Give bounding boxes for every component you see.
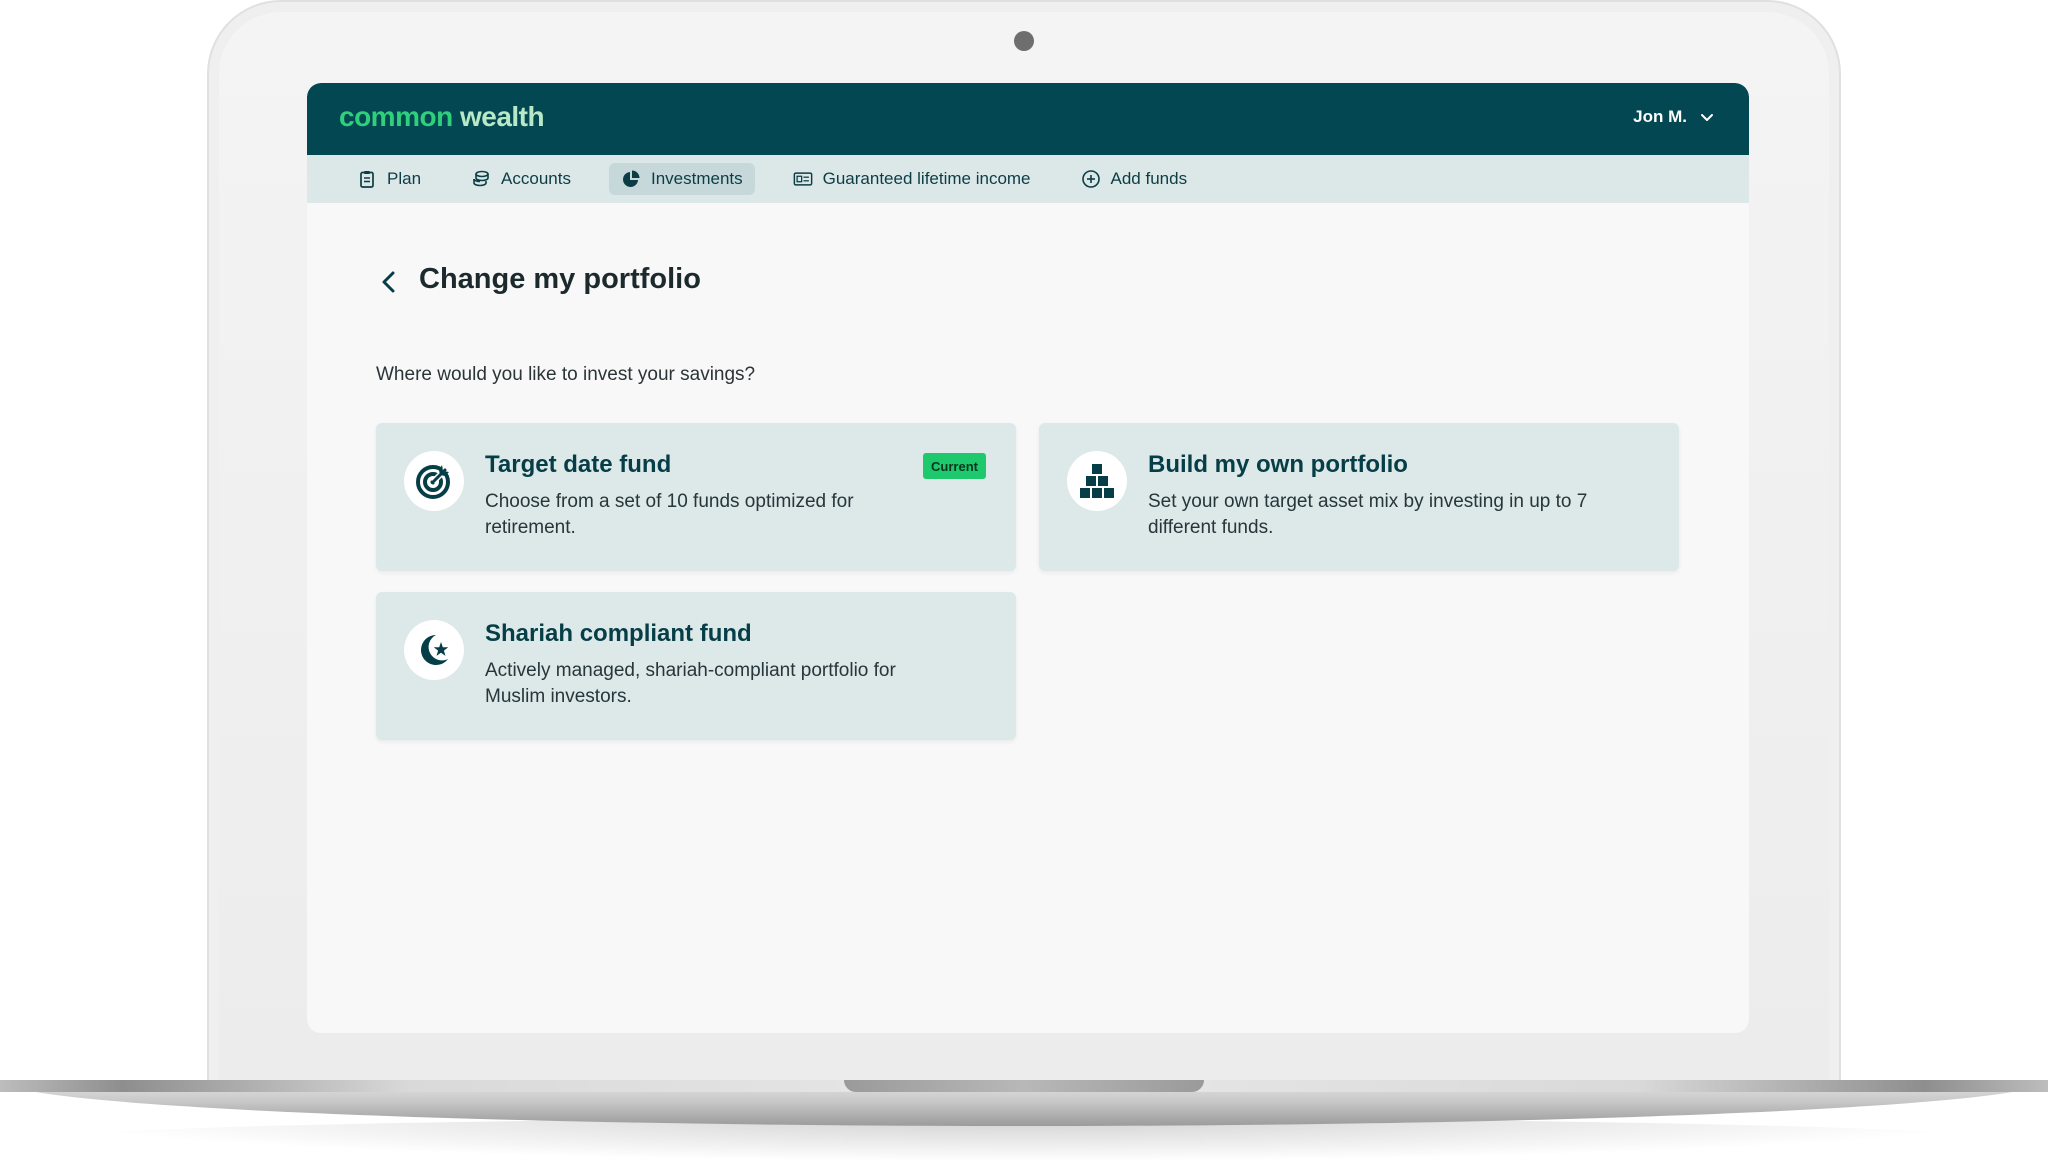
coins-stack-icon: [473, 170, 489, 187]
card-title: Build my own portfolio: [1148, 451, 1408, 478]
main-nav: Plan Accounts Investments Guaranteed lif…: [307, 155, 1749, 203]
target-icon: [416, 465, 450, 499]
nav-item-investments[interactable]: Investments: [608, 163, 755, 195]
app-screen: common wealth Jon M. Plan Accounts Inves…: [307, 83, 1749, 1033]
crescent-star-icon: [421, 635, 449, 665]
card-description: Choose from a set of 10 funds optimized …: [485, 491, 854, 538]
user-name: Jon M.: [1633, 107, 1687, 126]
id-card-icon: [793, 172, 812, 186]
webcam: [1014, 31, 1034, 51]
card-shariah-compliant-fund[interactable]: Shariah compliant fund Actively managed,…: [376, 592, 1016, 740]
nav-item-plan[interactable]: Plan: [345, 163, 433, 195]
nav-item-guaranteed-lifetime-income[interactable]: Guaranteed lifetime income: [781, 163, 1043, 195]
pie-chart-icon: [622, 170, 640, 187]
card-title: Shariah compliant fund: [485, 620, 752, 647]
card-target-date-fund[interactable]: Target date fund Choose from a set of 10…: [376, 423, 1016, 571]
card-icon-wrapper: [404, 620, 464, 680]
card-description: Actively managed, shariah-compliant port…: [485, 660, 896, 707]
user-menu[interactable]: Jon M.: [1633, 107, 1715, 127]
plus-circle-icon: [1081, 170, 1100, 188]
blocks-icon: [1080, 464, 1114, 498]
card-build-my-own-portfolio[interactable]: Build my own portfolio Set your own targ…: [1039, 423, 1679, 571]
card-icon-wrapper: [404, 451, 464, 511]
portfolio-question: Where would you like to invest your savi…: [376, 364, 756, 385]
nav-item-accounts[interactable]: Accounts: [459, 163, 583, 195]
top-bar: common wealth Jon M.: [307, 83, 1749, 155]
back-chevron-icon[interactable]: [377, 268, 401, 296]
nav-item-add-funds[interactable]: Add funds: [1069, 163, 1200, 195]
page-title: Change my portfolio: [419, 263, 701, 295]
clipboard-icon: [360, 171, 374, 188]
card-icon-wrapper: [1067, 451, 1127, 511]
logo[interactable]: common wealth: [339, 101, 545, 133]
card-description: Set your own target asset mix by investi…: [1148, 491, 1588, 538]
chevron-down-icon: [1701, 114, 1713, 121]
card-title: Target date fund: [485, 451, 672, 478]
laptop-notch: [844, 1080, 1204, 1092]
current-badge: Current: [923, 453, 986, 479]
